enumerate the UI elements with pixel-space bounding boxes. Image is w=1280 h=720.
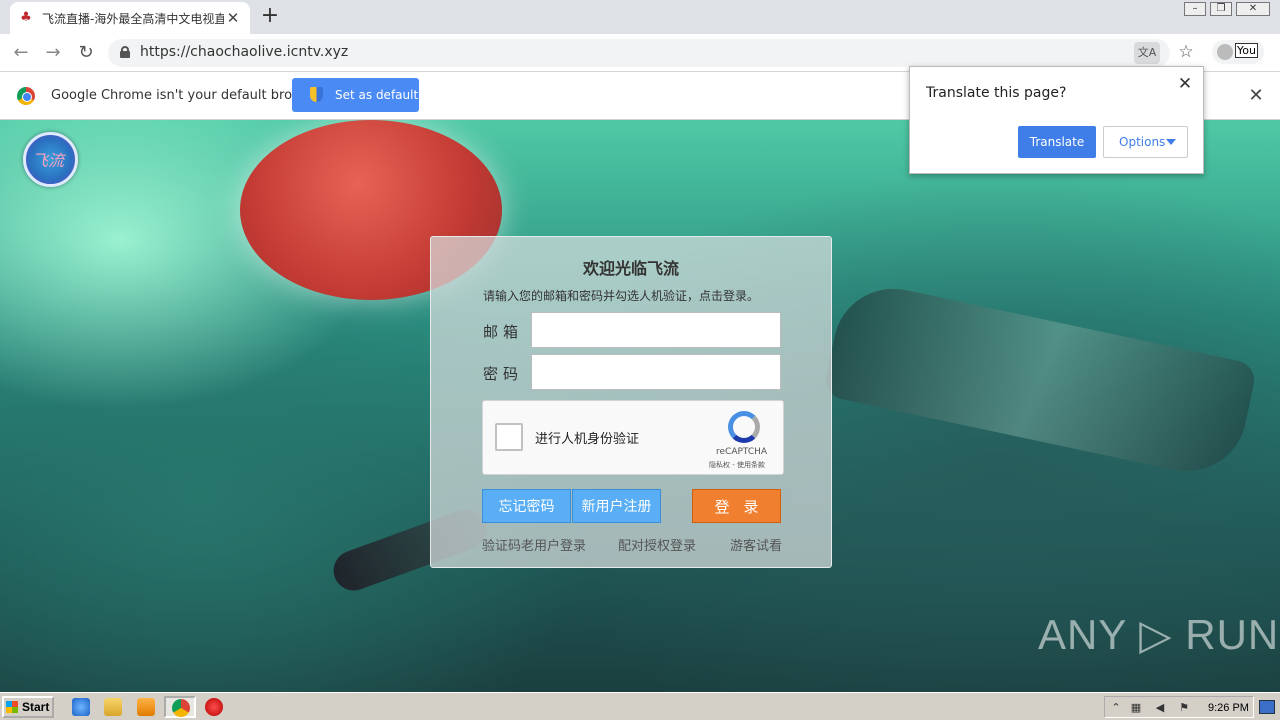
opera-icon[interactable]: [205, 698, 223, 716]
lock-icon[interactable]: [120, 46, 130, 58]
recaptcha-brand: reCAPTCHA: [716, 447, 768, 457]
login-title: 欢迎光临飞流: [582, 259, 679, 278]
recaptcha-links[interactable]: 隐私权 - 使用条款: [709, 460, 765, 470]
login-button[interactable]: 登录: [692, 489, 781, 523]
windows-taskbar: Start ⌃ ▦ ◀ ⚑ 9:26 PM: [0, 692, 1280, 720]
bookmark-star-icon[interactable]: ☆: [1174, 40, 1198, 64]
translate-close-icon[interactable]: ✕: [1176, 75, 1194, 93]
site-favicon-icon: ♣: [20, 10, 32, 25]
restore-button[interactable]: ❐: [1210, 2, 1232, 16]
email-label: 邮箱: [483, 323, 524, 341]
email-field[interactable]: [531, 312, 781, 348]
recaptcha-logo-icon: [728, 411, 760, 443]
media-player-icon[interactable]: [137, 698, 155, 716]
taskbar-clock[interactable]: 9:26 PM: [1208, 702, 1249, 714]
profile-button[interactable]: You: [1212, 40, 1264, 64]
recaptcha-label: 进行人机身份验证: [535, 432, 640, 447]
sms-login-link[interactable]: 验证码老用户登录: [482, 535, 586, 554]
infobar-message: Google Chrome isn't your default browser: [51, 88, 323, 103]
infobar-close-icon[interactable]: ✕: [1246, 86, 1266, 106]
start-button[interactable]: Start: [2, 696, 54, 718]
site-logo[interactable]: [23, 132, 78, 187]
recaptcha-widget: 进行人机身份验证 reCAPTCHA 隐私权 - 使用条款: [482, 400, 784, 475]
translate-popup: Translate this page? ✕ Translate Options: [909, 66, 1204, 174]
translate-button[interactable]: Translate: [1018, 126, 1096, 158]
flag-icon[interactable]: ⚑: [1177, 701, 1191, 715]
translate-options-label: Options: [1119, 135, 1166, 149]
forgot-password-button[interactable]: 忘记密码: [482, 489, 571, 523]
new-tab-button[interactable]: +: [258, 5, 282, 29]
url-text[interactable]: https://chaochaolive.icntv.xyz: [140, 44, 348, 60]
chrome-logo-icon: [17, 87, 35, 105]
pair-login-link[interactable]: 配对授权登录: [618, 535, 696, 554]
page-content: 欢迎光临飞流 请输入您的邮箱和密码并勾选人机验证，点击登录。 邮箱 密码 进行人…: [0, 120, 1280, 692]
tab-bar: ♣ 飞流直播-海外最全高清中文电视直播 ✕ + – ❐ ✕: [0, 0, 1280, 34]
tab-title: 飞流直播-海外最全高清中文电视直播: [42, 11, 224, 26]
profile-label: You: [1235, 43, 1258, 58]
forward-arrow-icon[interactable]: →: [40, 40, 66, 66]
translate-options-button[interactable]: Options: [1103, 126, 1188, 158]
set-as-default-button[interactable]: Set as default: [292, 78, 419, 112]
chrome-taskbar-button[interactable]: [164, 696, 196, 718]
tab-close-icon[interactable]: ✕: [224, 9, 242, 27]
volume-icon[interactable]: ◀: [1153, 701, 1167, 715]
login-instructions: 请输入您的邮箱和密码并勾选人机验证，点击登录。: [483, 289, 760, 303]
shield-icon: [310, 87, 323, 102]
set-as-default-label: Set as default: [335, 88, 419, 102]
register-button[interactable]: 新用户注册: [572, 489, 661, 523]
show-desktop-icon[interactable]: [1259, 700, 1275, 714]
chevron-up-icon[interactable]: ⌃: [1109, 701, 1123, 715]
recaptcha-checkbox[interactable]: [495, 423, 523, 451]
password-field[interactable]: [531, 354, 781, 390]
avatar-icon: [1217, 44, 1233, 60]
translate-icon[interactable]: 文A: [1134, 42, 1160, 64]
chrome-icon: [172, 699, 190, 717]
back-arrow-icon[interactable]: ←: [8, 40, 34, 66]
browser-tab[interactable]: ♣ 飞流直播-海外最全高清中文电视直播 ✕: [10, 2, 250, 34]
network-icon[interactable]: ▦: [1129, 701, 1143, 715]
chevron-down-icon: [1166, 139, 1176, 145]
close-window-button[interactable]: ✕: [1236, 2, 1270, 16]
reload-icon[interactable]: ↻: [73, 40, 99, 66]
translate-title: Translate this page?: [926, 85, 1067, 101]
background-figure: [822, 277, 1258, 483]
ie-icon[interactable]: [72, 698, 90, 716]
anyrun-watermark: ANY ▷ RUN: [1038, 611, 1280, 658]
password-label: 密码: [483, 365, 524, 383]
address-bar[interactable]: https://chaochaolive.icntv.xyz 文A: [108, 39, 1170, 67]
login-panel: 欢迎光临飞流 请输入您的邮箱和密码并勾选人机验证，点击登录。 邮箱 密码 进行人…: [430, 236, 832, 568]
minimize-button[interactable]: –: [1184, 2, 1206, 16]
guest-trial-link[interactable]: 游客试看: [730, 535, 782, 554]
folder-icon[interactable]: [104, 698, 122, 716]
